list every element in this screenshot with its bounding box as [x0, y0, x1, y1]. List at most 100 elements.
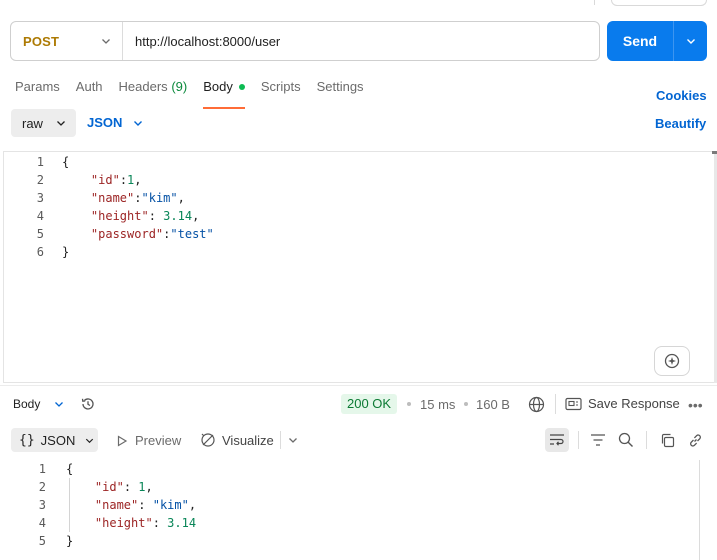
- line-number: 1: [38, 462, 46, 476]
- json-separator: :: [134, 191, 142, 205]
- code-text: "name":"kim",: [44, 189, 185, 207]
- json-separator: :: [148, 209, 164, 223]
- toolbar-divider: [555, 394, 556, 414]
- code-line: 1{: [4, 153, 714, 171]
- send-options-button[interactable]: [674, 35, 707, 47]
- filter-button[interactable]: [588, 431, 608, 449]
- chevron-down-icon: [686, 39, 695, 44]
- response-section-label: Body: [13, 397, 41, 411]
- chevron-down-icon: [56, 121, 65, 126]
- json-value: 3.14: [163, 209, 193, 223]
- history-button[interactable]: [79, 395, 97, 413]
- tab-settings[interactable]: Settings: [317, 79, 364, 101]
- json-punctuation: ,: [192, 209, 200, 223]
- line-number: 1: [36, 155, 44, 169]
- headers-count: (9): [171, 79, 188, 94]
- cookies-link[interactable]: Cookies: [656, 88, 707, 103]
- chevron-down-icon[interactable]: [287, 434, 299, 446]
- ai-assist-button[interactable]: [654, 346, 690, 376]
- globe-icon: [528, 396, 544, 412]
- response-scrollbar[interactable]: [699, 460, 700, 560]
- body-type-select[interactable]: raw: [11, 109, 76, 137]
- sparkle-icon: [664, 353, 680, 369]
- code-brace: }: [62, 245, 70, 259]
- request-body-editor[interactable]: 1{2 "id":1, 3 "name":"kim", 4 "height": 3.…: [3, 151, 714, 383]
- json-separator: :: [123, 480, 139, 494]
- json-value: 1: [138, 480, 146, 494]
- line-number: 4: [38, 516, 46, 530]
- response-time[interactable]: 15 ms: [420, 397, 455, 412]
- tab-label: Params: [15, 79, 60, 94]
- modified-dot: [238, 83, 245, 90]
- response-body-viewer[interactable]: 1{2 "id": 1, 3 "name": "kim", 4 "height": …: [0, 460, 700, 550]
- wrap-lines-button[interactable]: [545, 428, 569, 452]
- status-badge[interactable]: 200 OK: [341, 394, 398, 414]
- line-number: 2: [38, 480, 46, 494]
- tab-scripts[interactable]: Scripts: [261, 79, 301, 101]
- json-punctuation: ,: [145, 480, 153, 494]
- search-button[interactable]: [616, 430, 636, 450]
- line-number: 5: [36, 227, 44, 241]
- json-value: "kim": [141, 191, 178, 205]
- indent-guide: [69, 478, 70, 532]
- copy-button[interactable]: [657, 430, 677, 450]
- json-punctuation: ,: [134, 173, 142, 187]
- json-punctuation: ,: [177, 191, 185, 205]
- method-label: POST: [23, 33, 60, 49]
- visualize-button[interactable]: Visualize: [200, 432, 274, 448]
- code-line: 3 "name": "kim",: [0, 496, 700, 514]
- toolbar-divider: [646, 431, 647, 449]
- body-language-select[interactable]: JSON: [87, 115, 144, 130]
- code-text: {: [46, 460, 73, 478]
- save-response-label: Save Response: [588, 396, 680, 411]
- json-braces-icon: {}: [19, 432, 35, 448]
- tab-label: Scripts: [260, 79, 301, 94]
- line-number: 5: [38, 534, 46, 548]
- json-separator: :: [138, 498, 153, 512]
- code-text: {: [44, 153, 69, 171]
- code-line: 4 "height": 3.14,: [4, 207, 714, 225]
- request-code: 1{2 "id":1, 3 "name":"kim", 4 "height": 3.…: [4, 152, 714, 261]
- preview-button[interactable]: Preview: [116, 433, 181, 448]
- history-icon: [81, 398, 94, 410]
- response-format-select[interactable]: {} JSON: [11, 428, 98, 452]
- response-size[interactable]: 160 B: [476, 397, 510, 412]
- response-format-label: JSON: [40, 432, 76, 448]
- top-divider: [594, 0, 595, 5]
- code-text: "id":1,: [44, 171, 142, 189]
- network-button[interactable]: [527, 395, 545, 413]
- json-separator: :: [152, 516, 168, 530]
- url-input[interactable]: http://localhost:8000/user: [123, 34, 280, 49]
- json-value: 3.14: [167, 516, 197, 530]
- code-brace: {: [66, 462, 74, 476]
- tab-body[interactable]: Body: [203, 79, 245, 109]
- response-section-select[interactable]: Body: [13, 397, 65, 411]
- tab-label: Settings: [316, 79, 364, 94]
- json-punctuation: ,: [188, 498, 197, 512]
- link-button[interactable]: [685, 430, 705, 450]
- visualize-icon: [201, 433, 215, 447]
- beautify-link[interactable]: Beautify: [655, 116, 706, 131]
- save-response-button[interactable]: Save Response: [565, 396, 680, 411]
- tab-label: Body: [203, 79, 233, 94]
- more-options-icon[interactable]: •••: [688, 397, 703, 413]
- chevron-down-icon: [55, 402, 64, 407]
- send-button[interactable]: Send: [607, 33, 673, 49]
- chevron-down-icon: [86, 438, 94, 443]
- copy-icon: [661, 433, 674, 447]
- chevron-down-icon: [102, 39, 110, 44]
- tab-auth[interactable]: Auth: [76, 79, 103, 101]
- tab-label: Headers: [118, 79, 168, 94]
- method-select[interactable]: POST: [11, 22, 123, 60]
- code-line: 5}: [0, 532, 700, 550]
- send-button-group: Send: [607, 21, 707, 61]
- tab-params[interactable]: Params: [15, 79, 60, 101]
- code-line: 6}: [4, 243, 714, 261]
- line-number: 6: [36, 245, 44, 259]
- request-tabs: Params Auth Headers (9) Body Scripts Set…: [15, 79, 380, 109]
- tab-headers[interactable]: Headers (9): [119, 79, 188, 101]
